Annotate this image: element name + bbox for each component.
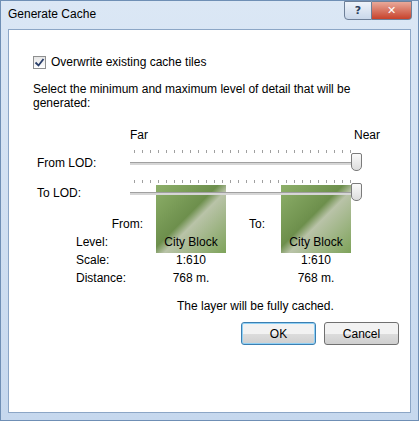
slider-track: [130, 192, 362, 195]
title-bar: Generate Cache?✕: [1, 1, 418, 29]
overwrite-checkbox[interactable]: [33, 56, 46, 69]
slider-thumb[interactable]: [351, 183, 362, 201]
far-label: Far: [130, 128, 148, 143]
button-row: OK Cancel: [9, 322, 410, 345]
near-label: Near: [354, 128, 380, 143]
dialog-button[interactable]: Cancel: [324, 322, 399, 345]
preview-label: From:: [9, 217, 149, 231]
overwrite-label: Overwrite existing cache tiles: [51, 55, 206, 69]
detail-value: 768 m.: [271, 271, 361, 285]
status-text: The layer will be fully cached.: [9, 299, 410, 314]
window-title: Generate Cache: [8, 7, 96, 21]
detail-value: City Block: [149, 235, 233, 249]
slider-ticks: [134, 180, 358, 183]
close-button[interactable]: ✕: [372, 1, 412, 20]
window-controls: ?✕: [344, 1, 412, 20]
detail-value: 1:610: [271, 253, 361, 267]
overwrite-checkbox-row[interactable]: Overwrite existing cache tiles: [9, 54, 410, 70]
dialog-body: Overwrite existing cache tiles Select the…: [8, 29, 411, 413]
preview-label: To:: [233, 217, 271, 231]
lod-slider[interactable]: [130, 183, 362, 203]
slider-label: To LOD:: [9, 186, 103, 200]
detail-value: 768 m.: [149, 271, 233, 285]
help-button[interactable]: ?: [344, 1, 372, 20]
dialog-window: Generate Cache?✕Overwrite existing cache…: [0, 0, 419, 421]
detail-value: 1:610: [149, 253, 233, 267]
slider-row: From LOD:: [9, 153, 410, 173]
instruction-text: Select the minimum and maximum level of …: [9, 82, 410, 110]
slider-track: [130, 162, 362, 165]
dialog-button[interactable]: OK: [241, 322, 316, 345]
detail-label: Level:: [9, 235, 149, 249]
detail-label: Distance:: [9, 271, 149, 285]
slider-row: To LOD:: [9, 183, 410, 203]
check-icon: [34, 57, 45, 68]
preview-section: From:To:Level:City BlockCity BlockScale:…: [9, 215, 410, 287]
slider-label: From LOD:: [9, 156, 103, 170]
slider-ticks: [134, 150, 358, 153]
scale-labels: Far Near: [130, 128, 380, 143]
slider-thumb[interactable]: [351, 153, 362, 171]
detail-label: Scale:: [9, 253, 149, 267]
lod-slider[interactable]: [130, 153, 362, 173]
detail-value: City Block: [271, 235, 361, 249]
